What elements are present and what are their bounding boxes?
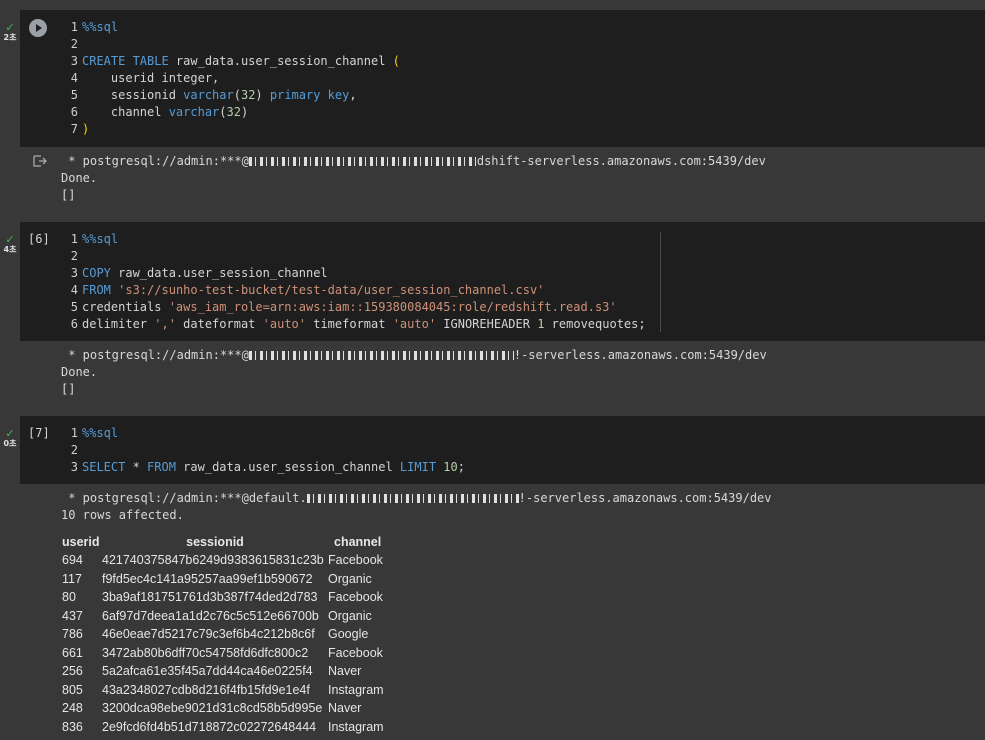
table-cell: Instagram [328, 719, 384, 734]
table-cell: 3ba9af181751761d3b387f74ded2d783 [102, 590, 318, 605]
table-cell: 836 [62, 719, 83, 734]
table-row: 437 6af97d7deea1a1d2c76c5c512e66700b Organ… [62, 607, 398, 626]
table-cell: 43a2348027cdb8d216f4fb15fd9e1e4f [102, 682, 310, 697]
result-table: userid sessionid channel 694 421740375847… [62, 532, 398, 736]
table-row: 248 3200dca98ebe9021d31c8cd58b5d995e Naver [62, 699, 398, 718]
table-cell: 421740375847b6249d9383615831c23b [102, 553, 324, 568]
table-cell: 46e0eae7d5217c79c3ef6b4c212b8c6f [102, 627, 315, 642]
table-cell: Naver [328, 664, 362, 679]
run-cell-button[interactable] [29, 19, 47, 37]
table-row: 836 2e9fcd6fd4b51d718872c02272648444 Insta… [62, 718, 398, 737]
output-redirect-icon[interactable] [33, 155, 47, 167]
execution-count: [6] [28, 232, 50, 246]
table-cell: 437 [62, 608, 83, 623]
redacted-host [306, 494, 519, 503]
table-row: 80 3ba9af181751761d3b387f74ded2d783 Facebo… [62, 588, 398, 607]
table-cell: Organic [328, 608, 372, 623]
table-cell: Facebook [328, 645, 383, 660]
notebook-cell-3: ✓ 0초 [7] 1 %%sql 2 3 SELECT * FROM raw_dat… [0, 416, 985, 740]
table-cell: 2e9fcd6fd4b51d718872c02272648444 [102, 719, 317, 734]
table-cell: 805 [62, 682, 83, 697]
column-header-userid: userid [62, 534, 100, 549]
table-cell: 256 [62, 664, 83, 679]
table-cell: Organic [328, 571, 372, 586]
ruler-line [660, 232, 661, 332]
table-cell: Facebook [328, 590, 383, 605]
cell-output: * postgresql://admin:***@ dshift-serverle… [20, 147, 985, 207]
code-editor[interactable]: 1 %%sql 2 3 CREATE TABLE raw_data.user_ses… [20, 10, 985, 147]
check-icon: ✓ [5, 21, 15, 34]
code-editor[interactable]: [7] 1 %%sql 2 3 SELECT * FROM raw_data.use… [20, 416, 985, 484]
table-cell: Facebook [328, 553, 383, 568]
table-row: 661 3472ab80b6dff70c54758fd6dfc800c2 Faceb… [62, 644, 398, 663]
table-row: 694 421740375847b6249d9383615831c23b Faceb… [62, 551, 398, 570]
code-lines: 1 %%sql 2 3 COPY raw_data.user_session_cha… [70, 232, 646, 331]
code-lines: 1 %%sql 2 3 SELECT * FROM raw_data.user_se… [70, 426, 465, 474]
table-row: 256 5a2afca61e35f45a7dd44ca46e0225f4 Naver [62, 662, 398, 681]
table-row: 786 46e0eae7d5217c79c3ef6b4c212b8c6f Googl… [62, 625, 398, 644]
code-editor[interactable]: [6] 1 %%sql 2 3 COPY raw_data.user_session… [20, 222, 985, 341]
column-header-channel: channel [334, 534, 382, 549]
table-cell: 3472ab80b6dff70c54758fd6dfc800c2 [102, 645, 309, 660]
cell-status: ✓ 2초 [0, 22, 20, 43]
notebook-cell-2: ✓ 4초 [6] 1 %%sql 2 3 COPY raw_data.user_se… [0, 222, 985, 402]
column-header-sessionid: sessionid [186, 534, 244, 549]
execution-count: [7] [28, 426, 50, 440]
cell-status: ✓ 4초 [0, 234, 20, 255]
table-cell: 248 [62, 701, 83, 716]
result-rows: 694 421740375847b6249d9383615831c23b Faceb… [62, 551, 398, 736]
table-header-row: userid sessionid channel [62, 532, 398, 551]
table-row: 117 f9fd5ec4c141a95257aa99ef1b590672 Organ… [62, 570, 398, 589]
table-cell: 694 [62, 553, 83, 568]
cell-output: * postgresql://admin:***@default. !-serve… [20, 484, 985, 740]
table-row: 805 43a2348027cdb8d216f4fb15fd9e1e4f Insta… [62, 681, 398, 700]
table-cell: 661 [62, 645, 83, 660]
table-cell: 117 [62, 571, 82, 586]
table-cell: Instagram [328, 682, 384, 697]
table-cell: 80 [62, 590, 76, 605]
table-cell: 5a2afca61e35f45a7dd44ca46e0225f4 [102, 664, 313, 679]
check-icon: ✓ [5, 427, 15, 440]
table-cell: Google [328, 627, 369, 642]
table-cell: 3200dca98ebe9021d31c8cd58b5d995e [102, 701, 323, 716]
redacted-host [248, 351, 514, 360]
table-cell: Naver [328, 701, 362, 716]
table-cell: 786 [62, 627, 83, 642]
table-cell: f9fd5ec4c141a95257aa99ef1b590672 [102, 571, 313, 586]
code-lines: 1 %%sql 2 3 CREATE TABLE raw_data.user_ses… [70, 20, 400, 136]
cell-output: * postgresql://admin:***@ !-serverless.am… [20, 341, 985, 401]
table-cell: 6af97d7deea1a1d2c76c5c512e66700b [102, 608, 319, 623]
redacted-host [248, 157, 477, 166]
notebook-cell-1: ✓ 2초 1 %%sql 2 3 CREATE TABLE raw_data.use… [0, 10, 985, 210]
cell-status: ✓ 0초 [0, 428, 20, 449]
check-icon: ✓ [5, 233, 15, 246]
